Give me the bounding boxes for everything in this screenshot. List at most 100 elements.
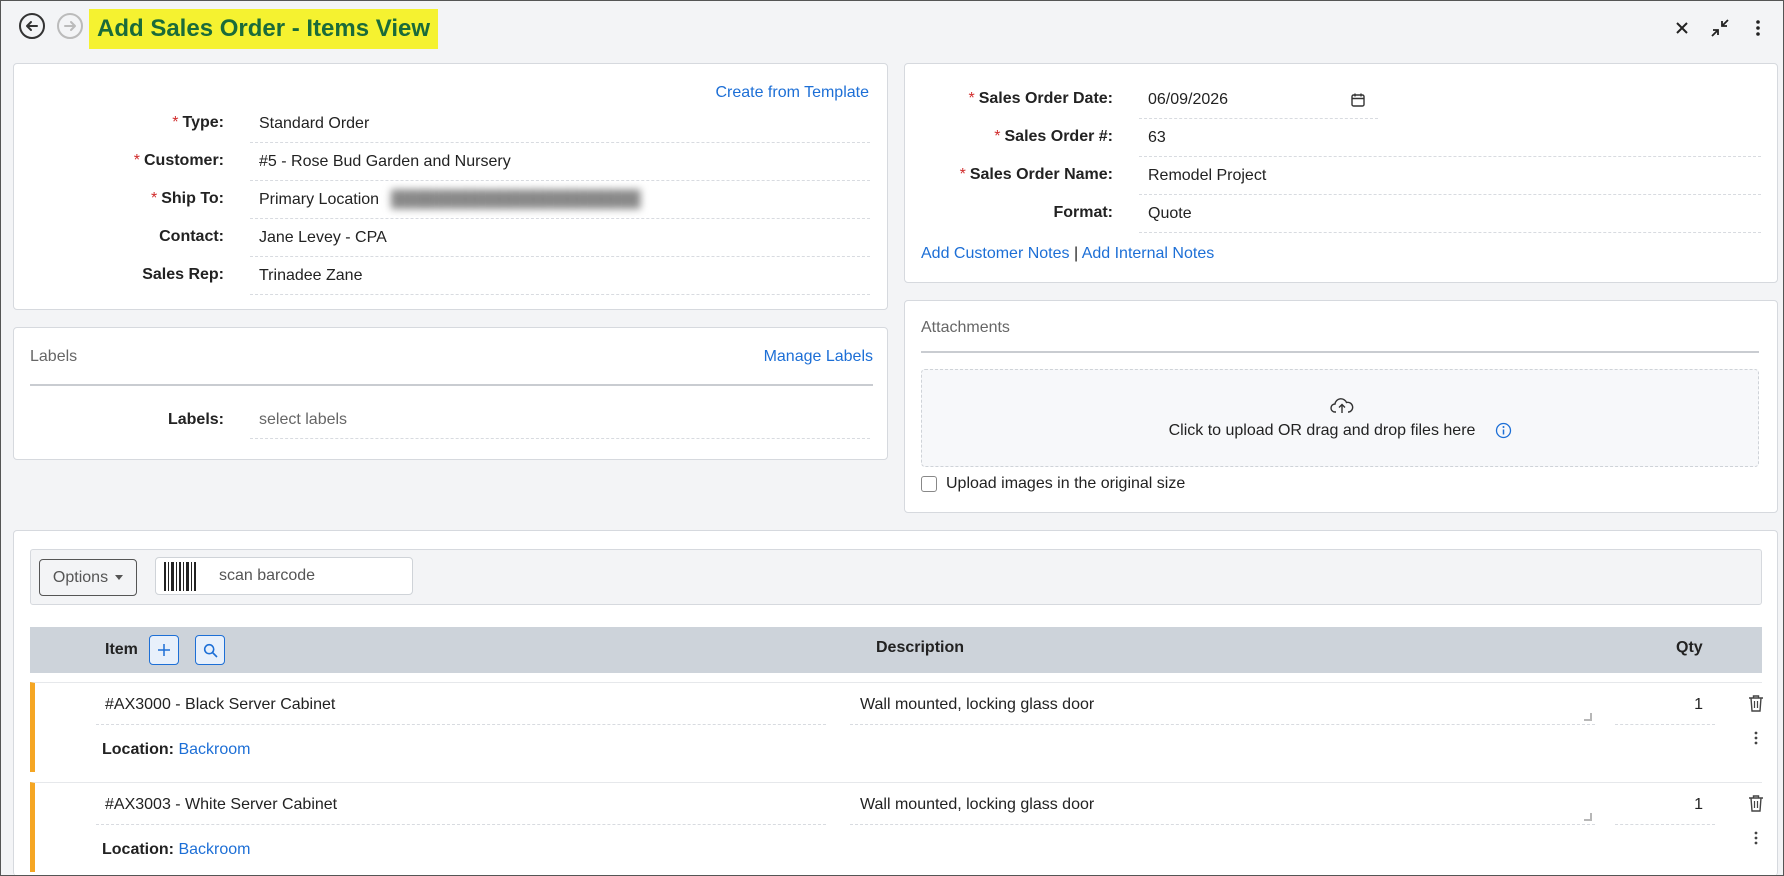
order-details-card: * Sales Order Date: 06/09/2026 * Sales Ord… [904,63,1778,283]
type-select[interactable]: Standard Order [250,105,870,143]
barcode-scan-input[interactable]: scan barcode [155,557,413,595]
scan-placeholder: scan barcode [219,567,316,584]
divider [921,351,1759,353]
trash-icon[interactable] [1748,694,1764,712]
labels-select[interactable]: select labels [250,401,870,439]
table-row: #AX3003 - White Server Cabinet Wall moun… [30,782,1764,872]
ship-to-select[interactable]: Primary Location ██████████████████████ [250,181,870,219]
format-select[interactable]: Quote [1139,195,1761,233]
sales-order-date-row: * Sales Order Date: 06/09/2026 [905,81,1779,119]
customer-label: * Customer: [133,152,224,169]
sales-order-name-input[interactable]: Remodel Project [1139,157,1761,195]
more-menu-button[interactable] [1746,16,1770,40]
sales-order-date-value: 06/09/2026 [1148,90,1229,108]
items-toolbar: Options scan barcode [30,549,1762,605]
item-column-header: Item [105,641,138,658]
labels-section-title: Labels [30,348,78,365]
calendar-icon[interactable] [1350,92,1366,108]
table-row: #AX3000 - Black Server Cabinet Wall moun… [30,682,1764,772]
location-link[interactable]: Backroom [178,741,250,758]
description-text: Wall mounted, locking glass door [860,695,1095,713]
description-textarea[interactable]: Wall mounted, locking glass door [850,785,1595,825]
manage-labels-link[interactable]: Manage Labels [764,348,873,366]
sales-order-date-label: * Sales Order Date: [968,90,1113,107]
sales-order-date-input[interactable]: 06/09/2026 [1139,81,1378,119]
add-item-button[interactable] [149,635,179,665]
contact-row: Contact: Jane Levey - CPA [14,219,889,257]
textarea-resize-handle[interactable] [1584,813,1592,821]
location-link[interactable]: Backroom [178,841,250,858]
sales-rep-label: Sales Rep: [142,266,224,283]
add-customer-notes-link[interactable]: Add Customer Notes [921,245,1070,262]
kebab-menu-icon[interactable] [1754,831,1758,845]
ship-to-row: * Ship To: Primary Location ██████████████… [14,181,889,219]
required-marker: * [172,114,179,131]
forward-button[interactable] [57,13,83,39]
upload-text: Click to upload OR drag and drop files h… [1168,422,1476,439]
labels-field-label: Labels: [167,411,224,428]
sales-order-name-label: * Sales Order Name: [959,166,1113,183]
back-arrow-icon [26,21,38,31]
close-button[interactable] [1670,16,1694,40]
attachments-title: Attachments [921,319,1010,336]
description-text: Wall mounted, locking glass door [860,795,1095,813]
format-label: Format: [1053,204,1113,221]
required-marker: * [133,152,140,169]
original-size-checkbox[interactable] [921,476,937,492]
info-icon[interactable] [1495,422,1512,439]
contact-select[interactable]: Jane Levey - CPA [250,219,870,257]
required-marker: * [994,128,1001,145]
close-icon [1676,22,1688,34]
notes-links: Add Customer Notes | Add Internal Notes [921,245,1214,263]
collapse-button[interactable] [1708,16,1732,40]
required-marker: * [968,90,975,107]
item-select[interactable]: #AX3000 - Black Server Cabinet [96,685,826,725]
search-items-button[interactable] [195,635,225,665]
options-label: Options [52,568,109,586]
plus-icon [158,644,170,656]
original-size-option: Upload images in the original size [921,475,1185,493]
location-label: Location: [102,741,174,758]
barcode-icon [164,562,196,591]
required-marker: * [150,190,158,207]
order-info-card: Create from Template * Type: Standard Ord… [13,63,888,310]
sales-rep-row: Sales Rep: Trinadee Zane [14,257,889,295]
location-line: Location: Backroom [102,741,250,759]
caret-down-icon [115,575,124,580]
item-select[interactable]: #AX3003 - White Server Cabinet [96,785,826,825]
items-card: Options scan barcode Item Description Qt… [13,530,1778,876]
upload-dropzone[interactable]: Click to upload OR drag and drop files h… [921,369,1759,467]
items-table-header: Item Description Qty [30,627,1762,673]
options-dropdown[interactable]: Options [39,559,137,596]
search-icon [203,643,218,658]
ship-to-value: Primary Location [259,190,380,208]
description-textarea[interactable]: Wall mounted, locking glass door [850,685,1595,725]
create-from-template-link[interactable]: Create from Template [715,84,869,102]
contact-label: Contact: [159,228,224,245]
add-internal-notes-link[interactable]: Add Internal Notes [1082,245,1215,262]
ship-to-address-redacted: ██████████████████████ [391,190,641,208]
type-label: * Type: [172,114,224,131]
sales-order-number-label: * Sales Order #: [994,128,1113,145]
format-row: Format: Quote [905,195,1779,233]
forward-arrow-icon [64,21,76,31]
type-row: * Type: Standard Order [14,105,889,143]
sales-order-name-row: * Sales Order Name: Remodel Project [905,157,1779,195]
notes-separator: | [1073,245,1079,262]
qty-column-header: Qty [1676,639,1703,656]
sales-rep-select[interactable]: Trinadee Zane [250,257,870,295]
trash-icon[interactable] [1748,794,1764,812]
textarea-resize-handle[interactable] [1584,713,1592,721]
kebab-menu-icon[interactable] [1754,731,1758,745]
attachments-card: Attachments Click to upload OR drag and … [904,300,1778,513]
qty-input[interactable]: 1 [1615,685,1715,725]
sales-order-number-input[interactable]: 63 [1139,119,1761,157]
description-column-header: Description [876,639,965,656]
kebab-menu-icon [1756,20,1760,36]
ship-to-label: * Ship To: [150,190,224,207]
back-button[interactable] [19,13,45,39]
qty-input[interactable]: 1 [1615,785,1715,825]
customer-select[interactable]: #5 - Rose Bud Garden and Nursery [250,143,870,181]
divider [30,384,873,386]
labels-card: Labels Manage Labels Labels: select labe… [13,327,888,460]
